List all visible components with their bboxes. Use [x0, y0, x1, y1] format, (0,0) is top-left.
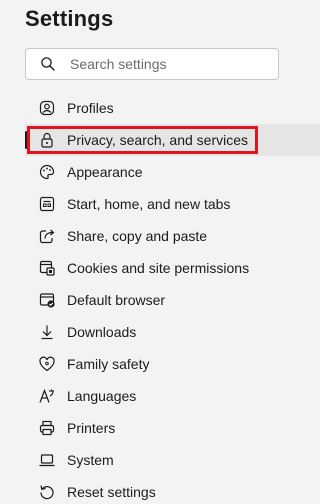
sidebar-item-label: System: [67, 452, 114, 468]
sidebar-item-label: Reset settings: [67, 484, 156, 500]
sidebar-item-family-safety[interactable]: Family safety: [25, 348, 301, 380]
sidebar-item-label: Appearance: [67, 164, 143, 180]
lock-icon: [38, 131, 56, 149]
sidebar-item-label: Profiles: [67, 100, 114, 116]
family-icon: [38, 355, 56, 373]
sidebar-item-label: Share, copy and paste: [67, 228, 208, 244]
sidebar-item-label: Privacy, search, and services: [67, 132, 249, 148]
search-box[interactable]: [25, 48, 279, 80]
laptop-icon: [38, 451, 56, 469]
languages-icon: [38, 387, 56, 405]
home-icon: [38, 195, 56, 213]
sidebar-item-label: Cookies and site permissions: [67, 260, 250, 276]
sidebar-item-languages[interactable]: Languages: [25, 380, 301, 412]
sidebar-item-cookies[interactable]: Cookies and site permissions: [25, 252, 301, 284]
sidebar-item-printers[interactable]: Printers: [25, 412, 301, 444]
browser-icon: [38, 291, 56, 309]
sidebar-item-profiles[interactable]: Profiles: [25, 92, 301, 124]
sidebar-item-label: Printers: [67, 420, 116, 436]
download-icon: [38, 323, 56, 341]
sidebar-item-downloads[interactable]: Downloads: [25, 316, 301, 348]
sidebar-item-system[interactable]: System: [25, 444, 301, 476]
sidebar-item-label: Family safety: [67, 356, 150, 372]
palette-icon: [38, 163, 56, 181]
search-icon: [40, 56, 56, 72]
sidebar-item-privacy[interactable]: Privacy, search, and services: [25, 124, 320, 156]
sidebar-item-reset[interactable]: Reset settings: [25, 476, 301, 504]
sidebar-item-appearance[interactable]: Appearance: [25, 156, 301, 188]
sidebar-nav: Profiles Privacy, search, and services A…: [25, 92, 320, 504]
sidebar-item-share[interactable]: Share, copy and paste: [25, 220, 301, 252]
reset-icon: [38, 483, 56, 501]
search-input[interactable]: [70, 56, 260, 72]
sidebar-item-start-home[interactable]: Start, home, and new tabs: [25, 188, 301, 220]
cookies-icon: [38, 259, 56, 277]
page-title: Settings: [25, 6, 114, 31]
sidebar-item-default-browser[interactable]: Default browser: [25, 284, 301, 316]
share-icon: [38, 227, 56, 245]
sidebar-item-label: Start, home, and new tabs: [67, 196, 231, 212]
profile-icon: [38, 99, 56, 117]
settings-panel: Settings Profiles Privacy, search, and s…: [0, 0, 320, 504]
sidebar-item-label: Downloads: [67, 324, 137, 340]
sidebar-item-label: Languages: [67, 388, 137, 404]
sidebar-item-label: Default browser: [67, 292, 166, 308]
printer-icon: [38, 419, 56, 437]
